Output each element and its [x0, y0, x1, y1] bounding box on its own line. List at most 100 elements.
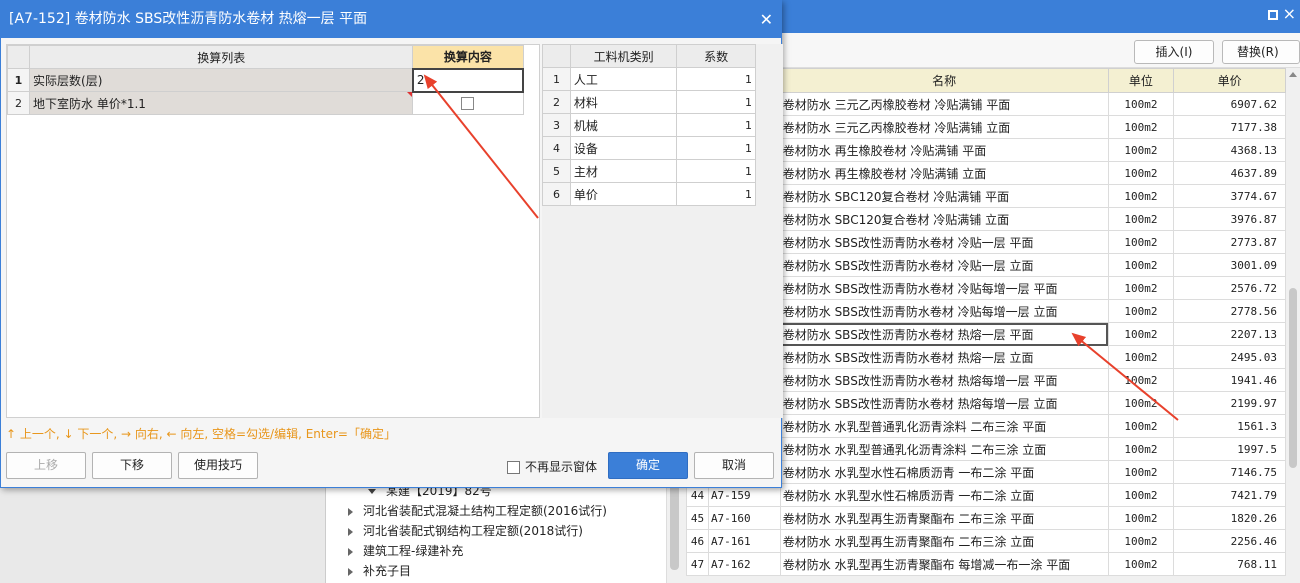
- quota-price: 1561.3: [1173, 414, 1286, 438]
- coefficient-row[interactable]: 2 材料 1: [542, 90, 756, 114]
- coefficient-cell[interactable]: 1: [676, 67, 756, 91]
- table-scrollbar[interactable]: [1286, 68, 1300, 583]
- ok-button[interactable]: 确定: [608, 452, 688, 479]
- scroll-up-icon[interactable]: [1289, 72, 1297, 77]
- tree-item[interactable]: 河北省装配式钢结构工程定额(2018试行): [348, 522, 583, 539]
- quota-unit: 100m2: [1107, 184, 1175, 208]
- close-icon[interactable]: ×: [1283, 4, 1296, 24]
- coefficient-cell[interactable]: 1: [676, 182, 756, 206]
- table-row[interactable]: 45 A7-160 卷材防水 水乳型再生沥青聚酯布 二布三涂 平面 100m2 1820…: [686, 506, 1286, 530]
- collapse-icon: [348, 567, 353, 576]
- quota-price: 3976.87: [1173, 207, 1286, 231]
- basement-checkbox-cell[interactable]: [412, 91, 524, 115]
- tree-item-label: 河北省装配式钢结构工程定额(2018试行): [363, 524, 583, 538]
- basement-waterproof-checkbox[interactable]: [461, 97, 475, 111]
- row-number: 1: [6, 68, 31, 92]
- no-show-checkbox[interactable]: [507, 461, 520, 474]
- conversion-label: 地下室防水 单价*1.1: [29, 91, 414, 115]
- quota-name: 卷材防水 SBC120复合卷材 冷贴满铺 立面: [779, 207, 1109, 231]
- column-header-unit[interactable]: 单位: [1107, 68, 1175, 93]
- quota-price: 4368.13: [1173, 138, 1286, 162]
- quota-price: 6907.62: [1173, 92, 1286, 116]
- quota-price: 7177.38: [1173, 115, 1286, 139]
- layer-count-input[interactable]: 2: [411, 67, 525, 93]
- quota-name: 卷材防水 再生橡胶卷材 冷贴满铺 立面: [779, 161, 1109, 185]
- quota-unit: 100m2: [1107, 552, 1175, 576]
- left-panel: [0, 488, 326, 583]
- no-show-label: 不再显示窗体: [525, 460, 598, 474]
- coefficient-cell[interactable]: 1: [676, 113, 756, 137]
- column-header-name[interactable]: 名称: [779, 68, 1109, 93]
- table-row[interactable]: 47 A7-162 卷材防水 水乳型再生沥青聚酯布 每增减一布一涂 平面 100m2 7…: [686, 552, 1286, 576]
- coefficient-row[interactable]: 5 主材 1: [542, 159, 756, 183]
- conversion-row[interactable]: 2 地下室防水 单价*1.1: [6, 91, 524, 115]
- quota-name: 卷材防水 水乳型普通乳化沥青涂料 二布三涂 平面: [779, 414, 1109, 438]
- quota-price: 4637.89: [1173, 161, 1286, 185]
- quota-price: 7146.75: [1173, 460, 1286, 484]
- category-cell: 人工: [569, 67, 678, 91]
- category-cell: 单价: [569, 182, 678, 206]
- tree-item[interactable]: 建筑工程-绿建补充: [348, 542, 463, 559]
- row-number: 3: [542, 113, 571, 137]
- no-show-option[interactable]: 不再显示窗体: [507, 458, 597, 475]
- quota-price: 2495.03: [1173, 345, 1286, 369]
- quota-price: 1941.46: [1173, 368, 1286, 392]
- category-cell: 主材: [569, 159, 678, 183]
- quota-price: 3001.09: [1173, 253, 1286, 277]
- quota-name: 卷材防水 水乳型水性石棉质沥青 一布二涂 立面: [779, 483, 1109, 507]
- column-header-conversion-content: 换算内容: [412, 45, 524, 69]
- row-number: 45: [686, 506, 709, 530]
- category-cell: 机械: [569, 113, 678, 137]
- conversion-list-grid: 换算列表 换算内容 1 实际层数(层) 2 2 地下室防水 单价*1.1: [6, 44, 540, 418]
- tree-item-label: 补充子目: [363, 564, 412, 578]
- coefficient-cell[interactable]: 1: [676, 90, 756, 114]
- collapse-icon: [348, 507, 353, 516]
- close-icon[interactable]: ✕: [760, 1, 773, 38]
- coefficient-cell[interactable]: 1: [676, 159, 756, 183]
- usage-tips-button[interactable]: 使用技巧: [178, 452, 258, 479]
- scroll-thumb[interactable]: [1289, 288, 1297, 468]
- row-number: 6: [542, 182, 571, 206]
- column-header-coefficient: 系数: [676, 44, 756, 68]
- row-number: 47: [686, 552, 709, 576]
- quota-name: 卷材防水 SBC120复合卷材 冷贴满铺 平面: [779, 184, 1109, 208]
- quota-price: 768.11: [1173, 552, 1286, 576]
- conversion-dialog: [A7-152] 卷材防水 SBS改性沥青防水卷材 热熔一层 平面 ✕ 换算列表…: [0, 0, 783, 488]
- tree-item[interactable]: 补充子目: [348, 562, 411, 579]
- quota-unit: 100m2: [1107, 414, 1175, 438]
- move-up-button[interactable]: 上移: [6, 452, 86, 479]
- tree-item-label: 建筑工程-绿建补充: [363, 544, 464, 558]
- dialog-title: [A7-152] 卷材防水 SBS改性沥青防水卷材 热熔一层 平面: [9, 11, 368, 27]
- keyboard-hint: ↑ 上一个, ↓ 下一个, → 向右, ← 向左, 空格=勾选/编辑, Ente…: [6, 427, 396, 441]
- conversion-row[interactable]: 1 实际层数(层) 2: [6, 67, 525, 93]
- row-number: 5: [542, 159, 571, 183]
- row-number: 2: [542, 90, 571, 114]
- coefficient-row[interactable]: 3 机械 1: [542, 113, 756, 137]
- quota-unit: 100m2: [1107, 529, 1175, 553]
- coefficient-cell[interactable]: 1: [676, 136, 756, 160]
- cancel-button[interactable]: 取消: [694, 452, 774, 479]
- quota-name: 卷材防水 水乳型水性石棉质沥青 一布二涂 平面: [779, 460, 1109, 484]
- coefficient-row[interactable]: 4 设备 1: [542, 136, 756, 160]
- row-number-header: [542, 44, 571, 68]
- quota-price: 3774.67: [1173, 184, 1286, 208]
- tree-item[interactable]: 河北省装配式混凝土结构工程定额(2016试行): [348, 502, 607, 519]
- coefficient-row[interactable]: 6 单价 1: [542, 182, 756, 206]
- column-header-price[interactable]: 单价: [1173, 68, 1286, 93]
- quota-unit: 100m2: [1107, 391, 1175, 415]
- quota-price: 2576.72: [1173, 276, 1286, 300]
- insert-button[interactable]: 插入(I): [1134, 40, 1214, 64]
- quota-price: 2773.87: [1173, 230, 1286, 254]
- coefficient-row[interactable]: 1 人工 1: [542, 67, 756, 91]
- table-row[interactable]: 46 A7-161 卷材防水 水乳型再生沥青聚酯布 二布三涂 立面 100m2 2256…: [686, 529, 1286, 553]
- quota-name: 卷材防水 SBS改性沥青防水卷材 冷贴一层 平面: [779, 230, 1109, 254]
- quota-name: 卷材防水 水乳型普通乳化沥青涂料 二布三涂 立面: [779, 437, 1109, 461]
- move-down-button[interactable]: 下移: [92, 452, 172, 479]
- category-cell: 设备: [569, 136, 678, 160]
- replace-button[interactable]: 替换(R): [1222, 40, 1300, 64]
- quota-code: A7-162: [707, 552, 781, 576]
- quota-price: 1997.5: [1173, 437, 1286, 461]
- quota-unit: 100m2: [1107, 483, 1175, 507]
- quota-name: 卷材防水 SBS改性沥青防水卷材 冷贴每增一层 立面: [779, 299, 1109, 323]
- maximize-icon[interactable]: [1268, 10, 1278, 20]
